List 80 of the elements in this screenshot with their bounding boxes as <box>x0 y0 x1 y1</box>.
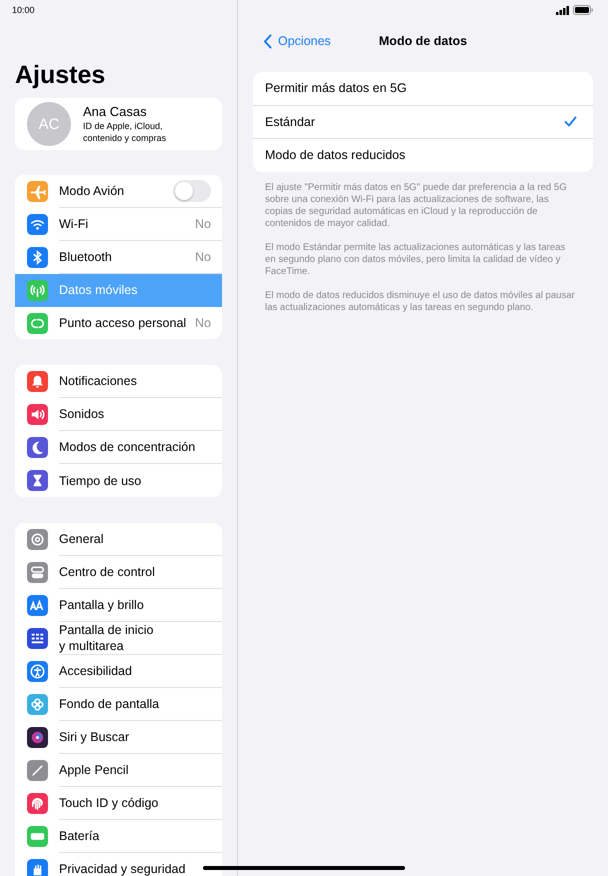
item-label: Pantalla de inicio y multitarea <box>59 622 155 654</box>
antenna-icon <box>27 280 48 301</box>
settings-item[interactable]: Batería <box>15 820 222 854</box>
settings-item[interactable]: Apple Pencil <box>15 754 222 788</box>
item-label: Batería <box>59 828 100 844</box>
settings-item[interactable]: Centro de control <box>15 556 222 590</box>
signal-icon <box>556 6 570 14</box>
settings-item[interactable]: Accesibilidad <box>15 655 222 688</box>
page-title: Ajustes <box>15 60 106 90</box>
profile-subtitle: ID de Apple, iCloud, contenido y compras <box>83 120 168 144</box>
avatar: AC <box>27 102 71 146</box>
wifi-icon <box>27 214 48 235</box>
item-label: Datos móviles <box>59 282 138 298</box>
item-label: Accesibilidad <box>59 663 133 680</box>
option-row[interactable]: Modo de datos reducidos <box>253 139 593 172</box>
item-label: Wi-Fi <box>59 216 90 232</box>
nav-title: Modo de datos <box>378 34 468 48</box>
option-row[interactable]: Permitir más datos en 5G <box>253 72 593 106</box>
settings-item[interactable]: Touch ID y código <box>15 787 222 820</box>
settings-item[interactable]: Pantalla de inicio y multitarea <box>15 622 222 656</box>
item-value: No <box>195 217 211 231</box>
switches-icon <box>27 562 48 584</box>
settings-item[interactable]: Siri y Buscar <box>15 721 222 754</box>
option-row[interactable]: Estándar <box>253 106 593 139</box>
item-label: Apple Pencil <box>59 762 130 778</box>
settings-item[interactable]: Fondo de pantalla <box>15 688 222 722</box>
moon-icon <box>27 437 48 458</box>
item-label: Punto acceso personal <box>59 315 188 332</box>
settings-item[interactable]: General <box>15 523 222 556</box>
item-label: Privacidad y seguridad <box>59 861 186 876</box>
option-label: Permitir más datos en 5G <box>265 81 407 96</box>
settings-item[interactable]: Notificaciones <box>15 365 222 398</box>
item-label: Bluetooth <box>59 249 113 265</box>
item-label: Sonidos <box>59 406 106 422</box>
item-label: General <box>59 531 104 548</box>
settings-item[interactable]: Punto acceso personal No <box>15 306 222 340</box>
fingerprint-icon <box>27 793 48 814</box>
footnote: El ajuste "Permitir más datos en 5G" puede dar preferencia a la red 5G sobre una conexión Wi-Fi para las actualizaciones de software, las copias de seguridad automáticas en iCloud y la reproducción de contenidos de mayor calidad. <box>265 182 568 230</box>
bell-icon <box>27 371 48 392</box>
settings-item[interactable]: Sonidos <box>15 398 222 432</box>
text-size-icon <box>27 595 48 616</box>
pencil-icon <box>27 760 48 782</box>
flower-icon <box>27 694 48 716</box>
bluetooth-icon <box>27 247 48 268</box>
item-label: Siri y Buscar <box>59 729 130 746</box>
back-button[interactable]: Opciones <box>253 34 331 48</box>
settings-item[interactable]: Pantalla y brillo <box>15 589 222 622</box>
option-label: Modo de datos reducidos <box>265 148 406 162</box>
chevron-left-icon <box>263 34 272 48</box>
item-label: Pantalla y brillo <box>59 597 145 614</box>
item-value: No <box>195 316 211 330</box>
airplane-icon <box>27 181 48 202</box>
footnote: El modo de datos reducidos disminuye el uso de datos móviles al pausar las actualizaciones automáticas y las tareas en segundo plano. <box>265 290 576 314</box>
settings-item[interactable]: Modos de concentración <box>15 431 222 464</box>
profile-name: Ana Casas <box>83 104 148 120</box>
settings-item[interactable]: Modo Avión <box>15 175 222 208</box>
item-label: Touch ID y código <box>59 795 160 812</box>
orb-icon <box>27 727 48 748</box>
option-label: Estándar <box>265 114 316 129</box>
item-label: Modo Avión <box>59 183 126 199</box>
item-label: Notificaciones <box>59 373 138 390</box>
app-grid-icon <box>27 628 48 650</box>
hourglass-icon <box>27 470 48 492</box>
item-label: Centro de control <box>59 564 156 580</box>
status-time: 10:00 <box>12 5 35 15</box>
battery-icon <box>573 5 593 15</box>
settings-item[interactable]: Tiempo de uso <box>15 464 222 498</box>
settings-item[interactable]: Wi-Fi No <box>15 208 222 241</box>
settings-item[interactable]: Privacidad y seguridad <box>15 853 222 876</box>
accessibility-icon <box>27 661 48 682</box>
item-label: Fondo de pantalla <box>59 696 160 712</box>
footnote: El modo Estándar permite las actualizaciones automáticas y las tareas en segundo plano con datos móviles, pero limita la calidad de vídeo y FaceTime. <box>265 242 566 278</box>
profile-card[interactable]: AC Ana Casas ID de Apple, iCloud, contenido y compras <box>15 98 222 150</box>
item-label: Tiempo de uso <box>59 472 142 489</box>
battery-icon <box>27 826 48 848</box>
item-value: No <box>195 250 211 264</box>
toggle-switch[interactable] <box>173 180 211 202</box>
item-label: Modos de concentración <box>59 439 196 456</box>
speaker-icon <box>27 404 48 426</box>
home-indicator[interactable] <box>203 866 405 870</box>
